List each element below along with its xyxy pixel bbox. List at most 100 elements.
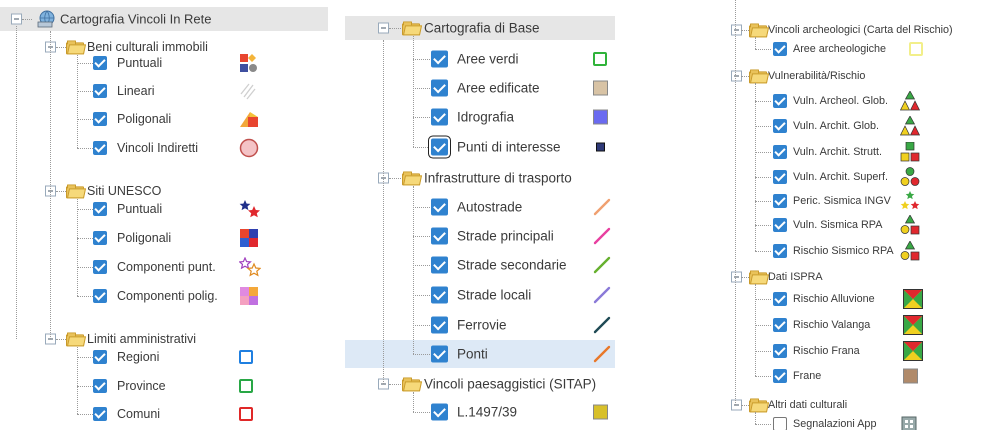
tree-guide-line [50,31,51,339]
group-label: Siti UNESCO [87,184,162,198]
tree-guide-line [755,284,756,376]
tree-guide-line [56,47,66,48]
layer-item[interactable]: Rischio Valanga [725,313,985,337]
tree-guide-line [77,357,93,358]
tree-guide-line [77,209,93,210]
hazard-map-icon [903,341,923,361]
tree-guide-line [755,299,771,300]
layer-checkbox[interactable] [431,198,448,216]
layer-item[interactable]: Vuln. Archit. Superf. [725,165,985,189]
layer-item[interactable]: Strade locali [345,281,615,309]
purple-line-icon [593,286,611,304]
layer-checkbox[interactable] [431,79,448,97]
layer-item[interactable]: Strade principali [345,222,615,250]
layer-checkbox[interactable] [93,231,107,245]
layer-checkbox[interactable] [773,42,787,56]
layer-checkbox[interactable] [773,194,787,208]
layer-item[interactable]: Aree verdi [345,45,615,73]
layer-checkbox[interactable] [93,260,107,274]
layer-item[interactable]: Peric. Sismica INGV [725,189,985,213]
layer-item[interactable]: Rischio Frana [725,339,985,363]
layer-group[interactable]: Cartografia di Base [345,16,615,40]
triangles-icon [900,116,920,136]
layer-checkbox[interactable] [93,289,107,303]
layer-checkbox[interactable] [431,227,448,245]
layer-group[interactable]: Dati ISPRA [725,266,985,288]
layer-checkbox[interactable] [93,56,107,70]
layer-checkbox[interactable] [773,369,787,383]
layer-item[interactable]: Province [0,374,328,398]
layer-checkbox[interactable] [431,108,448,126]
layer-group[interactable]: Infrastrutture di trasporto [345,166,615,190]
collapse-toggle-icon[interactable] [378,22,389,34]
tree-guide-line [755,37,756,49]
layer-checkbox[interactable] [431,286,448,304]
green-square-outline-icon [593,52,607,66]
layer-item[interactable]: Punti di interesse [345,133,615,161]
layer-checkbox[interactable] [93,350,107,364]
layer-checkbox[interactable] [773,145,787,159]
folder-icon [749,69,770,84]
layer-item[interactable]: Aree archeologiche [725,37,985,61]
layer-item[interactable]: Vuln. Archeol. Glob. [725,89,985,113]
layer-label: Strade secondarie [457,257,567,273]
layer-label: Autostrade [457,199,523,215]
layer-checkbox[interactable] [773,119,787,133]
layer-checkbox[interactable] [431,50,448,68]
folder-icon [749,398,770,413]
layer-group[interactable]: Vincoli paesaggistici (SITAP) [345,372,615,396]
layer-checkbox[interactable] [93,407,107,421]
layer-checkbox[interactable] [431,403,448,421]
collapse-toggle-icon[interactable] [11,13,22,25]
layer-tree-panel-2: Cartografia di Base Aree verdi Aree edific… [345,0,615,430]
layer-item[interactable]: Rischio Sismico RPA [725,239,985,263]
layer-item[interactable]: Vuln. Sismica RPA [725,213,985,237]
layer-item[interactable]: Aree edificate [345,74,615,102]
layer-checkbox[interactable] [773,218,787,232]
layer-checkbox[interactable] [431,256,448,274]
layer-item[interactable]: Ponti [345,340,615,368]
layer-checkbox[interactable] [773,344,787,358]
layer-item[interactable]: Rischio Alluvione [725,287,985,311]
layer-checkbox[interactable] [431,316,448,334]
tree-guide-line [755,412,756,424]
tree-guide-line [413,325,430,326]
layer-checkbox[interactable] [773,292,787,306]
tan-square-icon [593,80,608,96]
layer-checkbox[interactable] [773,417,787,430]
tree-guide-line [56,191,66,192]
layer-item[interactable]: Regioni [0,345,328,369]
layer-item[interactable]: Idrografia [345,103,615,131]
layer-item[interactable]: Frane [725,364,985,388]
yellow-square-outline-icon [909,42,923,56]
layer-checkbox[interactable] [773,318,787,332]
layer-checkbox[interactable] [93,202,107,216]
layer-item[interactable]: Comuni [0,402,328,426]
layer-checkbox[interactable] [93,379,107,393]
layer-checkbox[interactable] [93,84,107,98]
tree-guide-line [389,28,401,29]
layer-checkbox[interactable] [773,94,787,108]
layer-group[interactable]: Vulnerabilità/Rischio [725,65,985,87]
layer-label: Ferrovie [457,317,507,333]
orange-line-icon [593,198,611,216]
layer-item[interactable]: Segnalazioni App [725,412,985,430]
layer-item[interactable]: Vuln. Archit. Strutt. [725,140,985,164]
group-label: Dati ISPRA [768,271,823,283]
red-square-outline-icon [239,407,253,421]
layer-item[interactable]: Strade secondarie [345,251,615,279]
layer-item[interactable]: Autostrade [345,193,615,221]
layer-checkbox[interactable] [773,170,787,184]
layer-checkbox[interactable] [431,138,448,156]
layer-item[interactable]: Vuln. Archit. Glob. [725,114,985,138]
layer-item[interactable]: L.1497/39 [345,398,615,426]
layer-checkbox[interactable] [431,345,448,363]
layer-checkbox[interactable] [773,244,787,258]
layer-checkbox[interactable] [93,141,107,155]
layer-item[interactable]: Ferrovie [345,311,615,339]
layer-label: Segnalazioni App [793,418,877,430]
tree-guide-line [413,392,414,412]
layer-checkbox[interactable] [93,112,107,126]
app-icon [901,416,917,430]
tree-root[interactable]: Cartografia Vincoli In Rete [0,7,328,31]
